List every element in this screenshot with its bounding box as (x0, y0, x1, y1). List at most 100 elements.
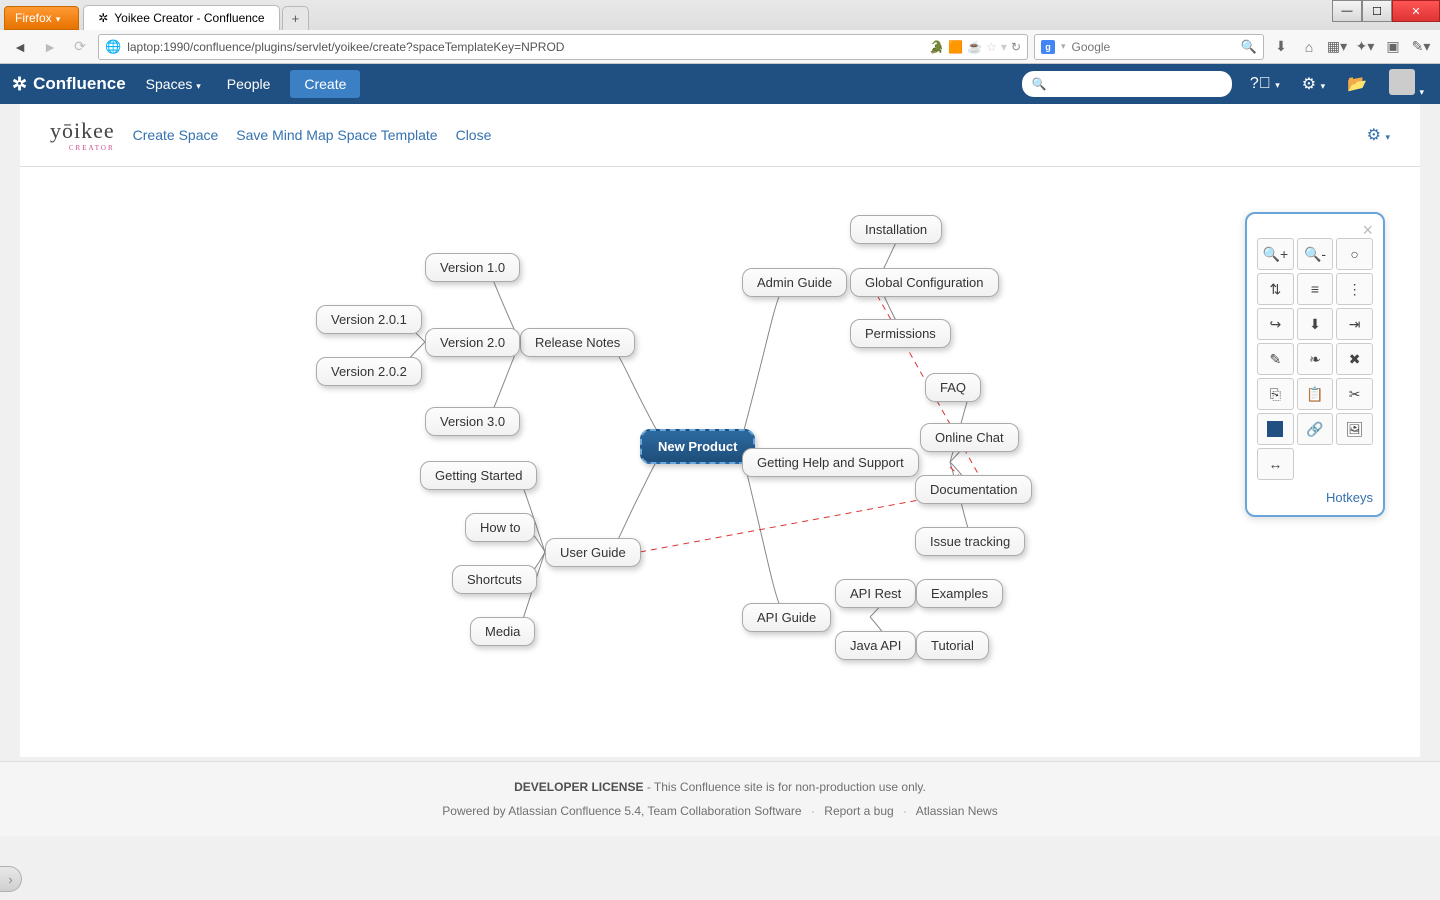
settings-icon[interactable]: ⚙ ▾ (1298, 74, 1329, 94)
node-release-notes[interactable]: Release Notes (520, 328, 635, 357)
node-api-rest[interactable]: API Rest (835, 579, 916, 608)
hotkeys-link[interactable]: Hotkeys (1257, 490, 1373, 505)
export-button[interactable]: ↪ (1257, 308, 1294, 340)
color-button[interactable] (1257, 413, 1294, 445)
search-input[interactable] (1072, 40, 1235, 54)
firefox-menu-button[interactable]: Firefox (4, 6, 79, 30)
node-help-support[interactable]: Getting Help and Support (742, 448, 919, 477)
node-user-guide[interactable]: User Guide (545, 538, 641, 567)
node-faq[interactable]: FAQ (925, 373, 981, 402)
dropdown-icon[interactable]: ▾ (1001, 40, 1007, 54)
node-media[interactable]: Media (470, 617, 535, 646)
reload-icon[interactable]: ↻ (1011, 40, 1021, 54)
node-tutorial[interactable]: Tutorial (916, 631, 989, 660)
relation-button[interactable]: ↔ (1257, 448, 1294, 480)
node-getting-started[interactable]: Getting Started (420, 461, 537, 490)
close-link[interactable]: Close (456, 127, 492, 143)
toolbox-close-icon[interactable]: × (1362, 220, 1373, 241)
node-shortcuts[interactable]: Shortcuts (452, 565, 537, 594)
addon-toolbar-icon[interactable]: ✦▾ (1354, 38, 1376, 55)
avatar (1389, 69, 1415, 95)
side-expand-handle[interactable]: › (0, 866, 22, 892)
confluence-header: ✲ Confluence Spaces ▾ People Create 🔍 ?⃝… (0, 64, 1440, 104)
search-icon: 🔍 (1032, 77, 1047, 91)
dev-license-text: - This Confluence site is for non-produc… (643, 780, 925, 794)
new-tab-button[interactable]: + (282, 6, 310, 30)
download-button[interactable]: ⬇ (1297, 308, 1334, 340)
tree-view-button[interactable]: ⇅ (1257, 273, 1294, 305)
user-menu[interactable]: ▾ (1385, 69, 1428, 100)
history-button[interactable]: ⟳ (68, 35, 92, 59)
node-global-config[interactable]: Global Configuration (850, 268, 999, 297)
create-button[interactable]: Create (290, 70, 360, 98)
confluence-logo-icon: ✲ (12, 74, 27, 95)
help-icon[interactable]: ?⃝ ▾ (1246, 75, 1284, 93)
yoikee-toolbar: yōikee CREATOR Create Space Save Mind Ma… (20, 104, 1420, 167)
attach-button[interactable]: 🔗 (1297, 413, 1334, 445)
node-v30[interactable]: Version 3.0 (425, 407, 520, 436)
tab-favicon: ✲ (98, 11, 108, 25)
zoom-fit-button[interactable]: ○ (1336, 238, 1373, 270)
browser-tab[interactable]: ✲ Yoikee Creator - Confluence (83, 5, 279, 30)
search-go-icon[interactable]: 🔍 (1241, 39, 1257, 55)
home-icon[interactable]: ⌂ (1298, 39, 1320, 55)
yoikee-settings-icon[interactable]: ⚙ ▾ (1367, 125, 1390, 145)
more-button[interactable]: ⋮ (1336, 273, 1373, 305)
node-v20[interactable]: Version 2.0 (425, 328, 520, 357)
mindmap-canvas[interactable]: New Product Release Notes Version 1.0 Ve… (20, 167, 1420, 757)
dev-icon[interactable]: ✎▾ (1410, 38, 1432, 55)
url-bar[interactable]: 🌐 laptop:1990/confluence/plugins/servlet… (98, 34, 1028, 60)
list-view-button[interactable]: ≡ (1297, 273, 1334, 305)
search-dropdown-icon[interactable]: ▾ (1061, 41, 1066, 52)
import-button[interactable]: ⇥ (1336, 308, 1373, 340)
node-installation[interactable]: Installation (850, 215, 942, 244)
back-button[interactable]: ◄ (8, 35, 32, 59)
addon-icon[interactable]: 🟧 (948, 40, 963, 54)
copy-button[interactable]: ⎘ (1257, 378, 1294, 410)
node-v202[interactable]: Version 2.0.2 (316, 357, 422, 386)
downloads-icon[interactable]: ⬇ (1270, 38, 1292, 55)
create-space-link[interactable]: Create Space (133, 127, 219, 143)
window-close-button[interactable]: ✕ (1392, 0, 1440, 22)
report-bug-link[interactable]: Report a bug (824, 804, 893, 818)
addon-icon[interactable]: ☕ (967, 40, 982, 54)
confluence-logo[interactable]: ✲ Confluence (12, 74, 126, 95)
node-documentation[interactable]: Documentation (915, 475, 1032, 504)
window-minimize-button[interactable]: — (1332, 0, 1362, 22)
node-root[interactable]: New Product (640, 429, 755, 464)
save-template-link[interactable]: Save Mind Map Space Template (236, 127, 437, 143)
node-api-guide[interactable]: API Guide (742, 603, 831, 632)
bookmark-star-icon[interactable]: ☆ (986, 40, 997, 54)
footer: DEVELOPER LICENSE - This Confluence site… (0, 761, 1440, 836)
paste-button[interactable]: 📋 (1297, 378, 1334, 410)
zoom-out-button[interactable]: 🔍- (1297, 238, 1334, 270)
notifications-icon[interactable]: 📂 (1343, 74, 1371, 94)
people-menu[interactable]: People (221, 72, 277, 96)
node-v201[interactable]: Version 2.0.1 (316, 305, 422, 334)
cut-button[interactable]: ✂ (1336, 378, 1373, 410)
node-permissions[interactable]: Permissions (850, 319, 951, 348)
node-online-chat[interactable]: Online Chat (920, 423, 1019, 452)
yoikee-logo: yōikee CREATOR (50, 118, 115, 152)
atlassian-news-link[interactable]: Atlassian News (916, 804, 998, 818)
browser-search-box[interactable]: g ▾ 🔍 (1034, 34, 1264, 60)
site-identity-icon: 🌐 (105, 39, 121, 55)
delete-button[interactable]: ✖ (1336, 343, 1373, 375)
addon-icon[interactable]: 🐊 (929, 40, 944, 54)
style-button[interactable]: ❧ (1297, 343, 1334, 375)
spaces-menu[interactable]: Spaces ▾ (140, 72, 207, 96)
edit-button[interactable]: ✎ (1257, 343, 1294, 375)
zoom-in-button[interactable]: 🔍+ (1257, 238, 1294, 270)
responsive-icon[interactable]: ▣ (1382, 38, 1404, 55)
node-v10[interactable]: Version 1.0 (425, 253, 520, 282)
forward-button[interactable]: ► (38, 35, 62, 59)
window-maximize-button[interactable]: ☐ (1362, 0, 1392, 22)
node-issue-tracking[interactable]: Issue tracking (915, 527, 1025, 556)
node-java-api[interactable]: Java API (835, 631, 916, 660)
node-examples[interactable]: Examples (916, 579, 1003, 608)
node-how-to[interactable]: How to (465, 513, 535, 542)
bookmarks-icon[interactable]: ▦▾ (1326, 38, 1348, 55)
confluence-search[interactable]: 🔍 (1022, 71, 1232, 97)
node-admin-guide[interactable]: Admin Guide (742, 268, 847, 297)
image-button[interactable]: 🖼 (1336, 413, 1373, 445)
